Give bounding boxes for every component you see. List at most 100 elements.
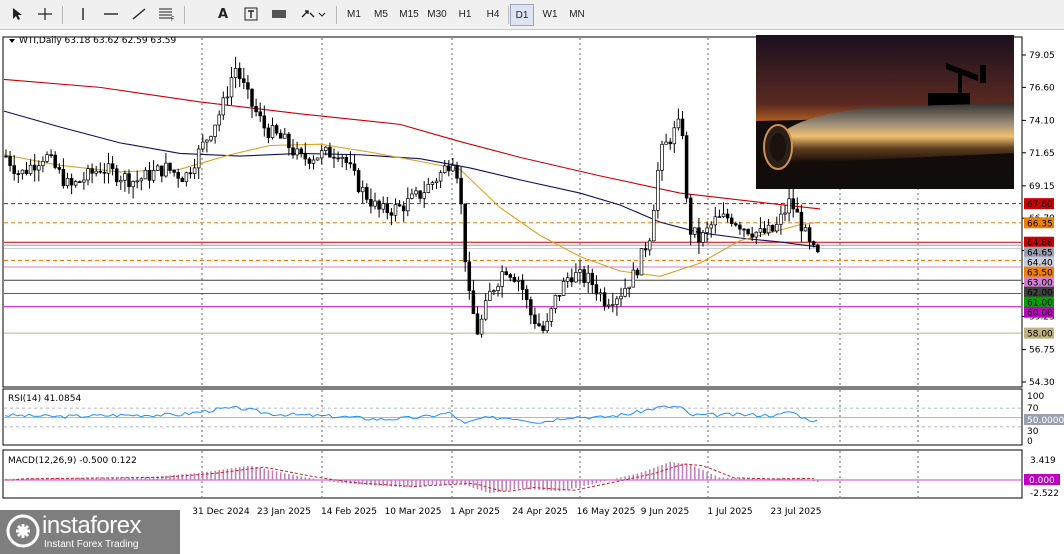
timeframe-d1[interactable]: D1 (510, 4, 534, 26)
instaforex-emblem-icon (6, 514, 40, 548)
candle-body (701, 232, 705, 243)
date-label: 23 Jan 2025 (257, 507, 311, 517)
candle-body (795, 208, 800, 213)
candle-body (12, 165, 16, 174)
candle-body (451, 165, 455, 172)
candle-body (86, 168, 90, 181)
instaforex-brand: instaforex (42, 512, 142, 539)
timeframe-h4[interactable]: H4 (481, 4, 505, 26)
candle-body (143, 169, 148, 180)
candle-body (106, 163, 111, 174)
candle-body (606, 304, 611, 307)
vertical-line-icon[interactable] (72, 4, 94, 26)
candle-body (90, 168, 94, 174)
candle-body (389, 212, 394, 216)
timeframe-mn[interactable]: MN (565, 4, 589, 26)
candle-body (816, 244, 820, 253)
candle-body (688, 197, 693, 235)
candle-body (627, 286, 631, 289)
horizontal-line-icon[interactable] (100, 4, 122, 26)
candle-body (299, 148, 303, 154)
candle-body (315, 157, 320, 161)
candle-body (615, 298, 619, 305)
date-label: 23 Jul 2025 (771, 507, 822, 517)
candle-body (434, 180, 439, 184)
candle-body (459, 177, 463, 205)
timeframe-m30[interactable]: M30 (425, 4, 449, 26)
candle-body (147, 169, 152, 181)
macd-zero-tag-text: 0.000 (1029, 476, 1055, 486)
instaforex-logo: instaforex Instant Forex Trading (0, 510, 180, 554)
candle-body (742, 228, 746, 231)
rectangle-icon[interactable] (268, 4, 290, 26)
crosshair-icon[interactable] (34, 4, 56, 26)
oil-pipeline-photo (756, 35, 1014, 189)
date-label: 10 Mar 2025 (384, 507, 441, 517)
timeframe-m5[interactable]: M5 (369, 4, 393, 26)
candle-body (307, 158, 312, 164)
candle-body (442, 165, 447, 174)
candle-body (352, 163, 357, 171)
fibonacci-icon[interactable]: F (156, 4, 178, 26)
candle-body (574, 272, 578, 283)
date-label: 1 Jul 2025 (707, 507, 752, 517)
rsi-tick-0: 0 (1027, 437, 1033, 447)
candle-body (53, 154, 57, 168)
text-label-icon[interactable] (240, 4, 262, 26)
candle-body (647, 240, 652, 251)
candle-body (430, 182, 435, 185)
candle-body (623, 288, 627, 297)
trendline-icon[interactable] (128, 4, 150, 26)
candle-body (377, 200, 381, 210)
rsi-indicator (4, 405, 1021, 428)
candle-body (418, 190, 422, 199)
cursor-icon[interactable] (6, 4, 28, 26)
candle-body (676, 118, 681, 129)
price-tag-text: 66.35 (1027, 219, 1053, 229)
price-tick-label: 69.15 (1029, 182, 1055, 192)
timeframe-m1[interactable]: M1 (342, 4, 366, 26)
candle-body (237, 67, 242, 80)
time-axis: 31 Dec 2024 23 Jan 2025 14 Feb 2025 10 Mar … (192, 507, 821, 517)
candle-body (500, 271, 504, 287)
collapse-triangle-icon[interactable] (9, 39, 15, 43)
candle-body (508, 274, 513, 278)
candle-body (717, 216, 722, 219)
candle-body (180, 177, 185, 183)
candle-body (188, 172, 193, 175)
candlestick-series (4, 56, 820, 338)
candle-body (401, 205, 406, 212)
rsi-level-tag-text: 50.0000 (1027, 416, 1064, 426)
candle-body (24, 169, 29, 174)
candle-body (73, 181, 78, 186)
candle-body (168, 162, 172, 171)
candle-body (360, 187, 365, 193)
arrows-shapes-icon[interactable] (298, 4, 328, 26)
candle-body (16, 173, 21, 175)
candle-body (344, 156, 349, 163)
candle-body (545, 321, 549, 332)
date-label: 1 Apr 2025 (450, 507, 500, 517)
candle-body (664, 141, 668, 145)
macd-tick-top: 3.419 (1030, 456, 1056, 466)
timeframe-m15[interactable]: M15 (397, 4, 421, 26)
timeframe-h1[interactable]: H1 (453, 4, 477, 26)
candle-body (131, 181, 135, 188)
text-tool[interactable]: A (212, 4, 234, 26)
candle-body (750, 233, 754, 238)
candle-body (639, 248, 644, 276)
candle-body (672, 127, 677, 145)
candle-body (82, 179, 86, 183)
price-tick-label: 54.30 (1029, 378, 1055, 388)
candle-body (135, 180, 139, 183)
candle-body (746, 228, 750, 235)
chart-window[interactable]: 79.0576.6074.1071.6569.1566.7064.2561.75… (0, 30, 1064, 554)
candle-body (176, 172, 180, 179)
timeframe-w1[interactable]: W1 (538, 4, 562, 26)
candle-body (709, 224, 713, 229)
candle-body (775, 224, 779, 232)
candle-body (291, 147, 295, 156)
candle-body (98, 170, 103, 173)
candle-body (553, 294, 558, 310)
candle-body (529, 299, 533, 316)
